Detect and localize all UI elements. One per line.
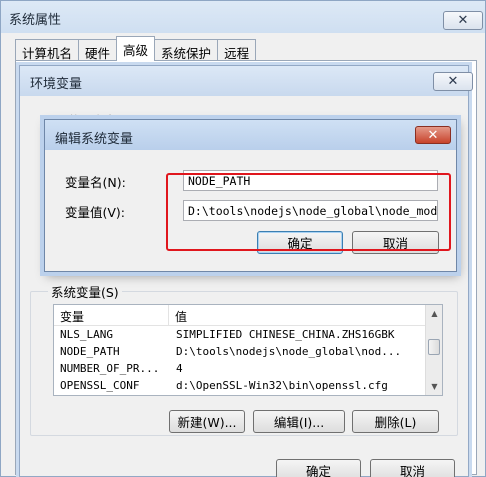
edit-ok-button[interactable]: 确定 [257, 231, 343, 254]
table-row[interactable]: NODE_PATH D:\tools\nodejs\node_global\no… [54, 343, 442, 360]
row-name: OPENSSL_CONF [60, 379, 140, 392]
column-header-value[interactable]: 值 [169, 305, 442, 325]
tab-remote[interactable]: 远程 [217, 39, 257, 61]
tab-system-protection[interactable]: 系统保护 [154, 39, 219, 61]
tab-advanced[interactable]: 高级 [116, 36, 156, 61]
vertical-scrollbar[interactable]: ▲ ▼ [425, 305, 442, 395]
row-value: d:\OpenSSL-Win32\bin\openssl.cfg [176, 379, 388, 392]
edit-close-button[interactable]: ✕ [415, 126, 451, 144]
column-header-variable[interactable]: 变量 [54, 305, 169, 325]
env-cancel-button[interactable]: 取消 [370, 459, 455, 477]
edit-variable-button[interactable]: 编辑(I)... [253, 410, 345, 433]
env-titlebar [20, 66, 468, 96]
tab-strip: 计算机名 硬件 高级 系统保护 远程 [15, 36, 257, 61]
close-icon: ✕ [457, 13, 469, 28]
list-header: 变量 值 [54, 305, 442, 326]
variable-name-label: 变量名(N): [65, 175, 126, 190]
scroll-up-icon[interactable]: ▲ [426, 305, 442, 322]
edit-system-variable-dialog: 编辑系统变量 ✕ 变量名(N): NODE_PATH 变量值(V): D:\to… [44, 119, 457, 272]
close-button[interactable]: ✕ [443, 11, 483, 30]
variable-value-input[interactable]: D:\tools\nodejs\node_global\node_modules [183, 200, 438, 221]
variable-name-input[interactable]: NODE_PATH [183, 170, 438, 191]
variable-value-label: 变量值(V): [65, 205, 126, 220]
tab-hardware[interactable]: 硬件 [78, 39, 118, 61]
system-vars-list[interactable]: 变量 值 NLS_LANG SIMPLIFIED CHINESE_CHINA.Z… [53, 304, 443, 396]
row-name: NUMBER_OF_PR... [60, 362, 160, 375]
env-ok-button[interactable]: 确定 [276, 459, 361, 477]
table-row[interactable]: NLS_LANG SIMPLIFIED CHINESE_CHINA.ZHS16G… [54, 326, 442, 343]
table-row[interactable]: OPENSSL_CONF d:\OpenSSL-Win32\bin\openss… [54, 377, 442, 394]
delete-variable-button[interactable]: 删除(L) [352, 410, 439, 433]
edit-dialog-title: 编辑系统变量 [55, 132, 134, 147]
tab-computer-name[interactable]: 计算机名 [15, 39, 80, 61]
row-name: NLS_LANG [60, 328, 113, 341]
close-icon: ✕ [447, 74, 459, 89]
row-name: NODE_PATH [60, 345, 120, 358]
row-value: 4 [176, 362, 183, 375]
row-value: D:\tools\nodejs\node_global\nod... [176, 345, 402, 358]
table-row[interactable]: NUMBER_OF_PR... 4 [54, 360, 442, 377]
new-variable-button[interactable]: 新建(W)... [169, 410, 245, 433]
window-title: 系统属性 [9, 13, 62, 28]
system-vars-label: 系统变量(S) [48, 282, 122, 301]
env-dialog-title: 环境变量 [30, 77, 83, 92]
edit-cancel-button[interactable]: 取消 [352, 231, 439, 254]
row-value: SIMPLIFIED CHINESE_CHINA.ZHS16GBK [176, 328, 395, 341]
env-close-button[interactable]: ✕ [433, 72, 473, 91]
scroll-thumb[interactable] [428, 339, 440, 355]
scroll-down-icon[interactable]: ▼ [426, 378, 442, 395]
close-icon: ✕ [427, 127, 439, 143]
